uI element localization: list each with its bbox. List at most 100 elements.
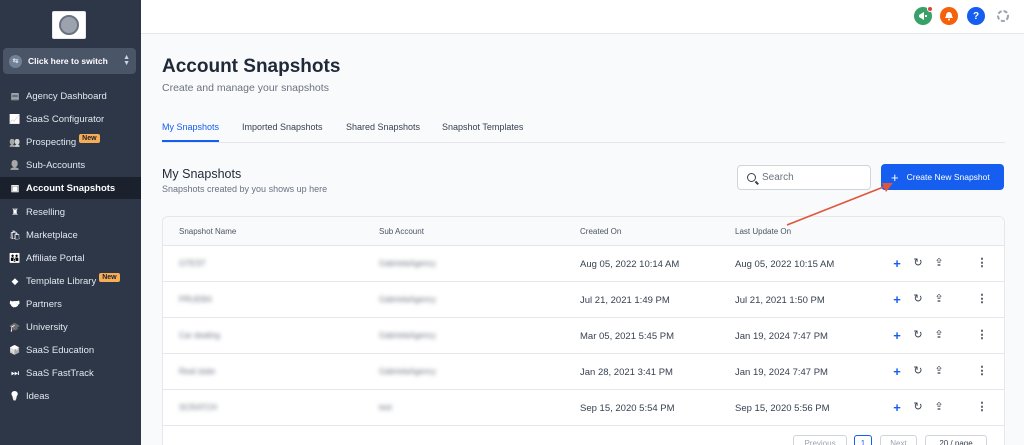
- add-icon[interactable]: +: [891, 401, 903, 414]
- upload-icon[interactable]: ⇪: [933, 293, 945, 305]
- add-icon[interactable]: +: [891, 293, 903, 306]
- snapshot-name: PRUEBA: [179, 295, 212, 304]
- switcher-label: Click here to switch: [28, 56, 108, 66]
- new-badge: New: [99, 272, 120, 282]
- table-row: GTEST GabrielaAgency Aug 05, 2022 10:14 AM…: [163, 246, 1004, 282]
- reselling-icon: ♜: [10, 206, 20, 217]
- table-row: SCRATCH test Sep 15, 2020 5:54 PM Sep 15, 2…: [163, 390, 1004, 426]
- sidebar-item-prospecting[interactable]: 👥 Prospecting New: [0, 131, 141, 153]
- sidebar-item-label: SaaS Education: [26, 344, 95, 356]
- sub-account: test: [379, 403, 392, 412]
- create-new-snapshot-button[interactable]: + Create New Snapshot: [881, 164, 1004, 190]
- table-row: Car dealing GabrielaAgency Mar 05, 2021 5:…: [163, 318, 1004, 354]
- upload-icon[interactable]: ⇪: [933, 257, 945, 269]
- refresh-icon[interactable]: ↻: [912, 329, 924, 341]
- dashboard-icon: ▤: [10, 90, 20, 101]
- topbar: ?: [141, 0, 1024, 34]
- more-options-icon[interactable]: ⋮: [976, 401, 988, 413]
- user-avatar-icon[interactable]: [994, 7, 1012, 25]
- sidebar-item-marketplace[interactable]: 🛍 Marketplace: [0, 224, 141, 246]
- more-options-icon[interactable]: ⋮: [976, 293, 988, 305]
- last-update-on: Sep 15, 2020 5:56 PM: [735, 403, 830, 414]
- agency-logo[interactable]: [52, 11, 86, 39]
- refresh-icon[interactable]: ↻: [912, 293, 924, 305]
- created-on: Jul 21, 2021 1:49 PM: [580, 295, 670, 306]
- upload-icon[interactable]: ⇪: [933, 329, 945, 341]
- announcement-icon[interactable]: [914, 6, 933, 25]
- tab-snapshot-templates[interactable]: Snapshot Templates: [442, 122, 523, 132]
- account-switcher[interactable]: ⇆ Click here to switch ▲ ▼: [3, 48, 136, 74]
- sidebar-item-university[interactable]: 🎓 University: [0, 316, 141, 338]
- tab-my-snapshots[interactable]: My Snapshots: [162, 122, 219, 132]
- sidebar-item-label: Reselling: [26, 206, 66, 218]
- last-update-on: Jan 19, 2024 7:47 PM: [735, 331, 828, 342]
- last-update-on: Aug 05, 2022 10:15 AM: [735, 259, 835, 270]
- header-snapshot-name: Snapshot Name: [179, 227, 237, 236]
- table-header: Snapshot Name Sub Account Created On Las…: [163, 217, 1004, 246]
- table-row: PRUEBA GabrielaAgency Jul 21, 2021 1:49 PM…: [163, 282, 1004, 318]
- pagination-previous[interactable]: Previous: [793, 435, 847, 445]
- sidebar-item-label: Prospecting: [26, 136, 77, 148]
- snapshot-name: Real state: [179, 367, 216, 376]
- switch-icon: ⇆: [9, 54, 22, 68]
- refresh-icon[interactable]: ↻: [912, 401, 924, 413]
- more-options-icon[interactable]: ⋮: [976, 257, 988, 269]
- last-update-on: Jul 21, 2021 1:50 PM: [735, 295, 825, 306]
- sidebar-item-template-library[interactable]: ◆ Template Library New: [0, 270, 141, 292]
- table-row: Real state GabrielaAgency Jan 28, 2021 3:4…: [163, 354, 1004, 390]
- sidebar-item-saas-fasttrack[interactable]: ⏭ SaaS FastTrack: [0, 362, 141, 384]
- more-options-icon[interactable]: ⋮: [976, 329, 988, 341]
- add-icon[interactable]: +: [891, 257, 903, 270]
- page-subtitle: Create and manage your snapshots: [162, 82, 329, 94]
- group-icon: 👪: [9, 252, 21, 263]
- add-icon[interactable]: +: [891, 365, 903, 378]
- sidebar-item-label: Affiliate Portal: [26, 252, 85, 264]
- sidebar-item-sub-accounts[interactable]: 👤 Sub-Accounts: [0, 154, 141, 176]
- sidebar-item-account-snapshots[interactable]: ▣ Account Snapshots: [0, 177, 141, 199]
- header-last-update-on: Last Update On: [735, 227, 792, 236]
- search-icon: [747, 173, 756, 182]
- sidebar-item-ideas[interactable]: 💡 Ideas: [0, 385, 141, 407]
- add-icon[interactable]: +: [891, 329, 903, 342]
- more-options-icon[interactable]: ⋮: [976, 365, 988, 377]
- header-sub-account: Sub Account: [379, 227, 424, 236]
- create-button-label: Create New Snapshot: [906, 172, 990, 182]
- tab-imported-snapshots[interactable]: Imported Snapshots: [242, 122, 323, 132]
- sidebar-item-saas-education[interactable]: 📦 SaaS Education: [0, 339, 141, 361]
- sidebar-item-reselling[interactable]: ♜ Reselling: [0, 201, 141, 223]
- pagination-page-1[interactable]: 1: [854, 435, 872, 445]
- sidebar-item-affiliate-portal[interactable]: 👪 Affiliate Portal: [0, 247, 141, 269]
- upload-icon[interactable]: ⇪: [933, 365, 945, 377]
- chart-icon: 📈: [9, 113, 21, 124]
- pagination-next[interactable]: Next: [880, 435, 917, 445]
- pagination-per-page[interactable]: 20 / page: [925, 435, 987, 445]
- upload-icon[interactable]: ⇪: [933, 401, 945, 413]
- refresh-icon[interactable]: ↻: [912, 365, 924, 377]
- page-title: Account Snapshots: [162, 56, 341, 77]
- sidebar-item-label: Agency Dashboard: [26, 90, 107, 102]
- sidebar-item-saas-configurator[interactable]: 📈 SaaS Configurator: [0, 108, 141, 130]
- sidebar: ⇆ Click here to switch ▲ ▼ ▤ Agency Dashbo…: [0, 0, 141, 445]
- notification-icon[interactable]: [940, 7, 958, 25]
- sidebar-item-label: Account Snapshots: [26, 182, 116, 194]
- sidebar-item-partners[interactable]: 🤝 Partners: [0, 293, 141, 315]
- plus-icon: +: [891, 169, 899, 185]
- snapshots-table: Snapshot Name Sub Account Created On Las…: [162, 216, 1005, 445]
- snapshot-name: GTEST: [179, 259, 206, 268]
- section-subtitle: Snapshots created by you shows up here: [162, 184, 328, 194]
- handshake-icon: 🤝: [9, 298, 21, 309]
- sidebar-item-label: Partners: [26, 298, 62, 310]
- user-icon: 👤: [9, 159, 21, 170]
- tab-shared-snapshots[interactable]: Shared Snapshots: [346, 122, 420, 132]
- help-icon[interactable]: ?: [967, 7, 985, 25]
- sidebar-item-agency-dashboard[interactable]: ▤ Agency Dashboard: [0, 85, 141, 107]
- refresh-icon[interactable]: ↻: [912, 257, 924, 269]
- active-tab-indicator: [162, 140, 219, 142]
- sub-account: GabrielaAgency: [379, 295, 436, 304]
- sidebar-item-label: Sub-Accounts: [26, 159, 86, 171]
- header-created-on: Created On: [580, 227, 622, 236]
- users-icon: 👥: [9, 136, 21, 147]
- created-on: Aug 05, 2022 10:14 AM: [580, 259, 680, 270]
- logo-icon: [59, 15, 79, 35]
- search-input[interactable]: Search: [737, 165, 871, 190]
